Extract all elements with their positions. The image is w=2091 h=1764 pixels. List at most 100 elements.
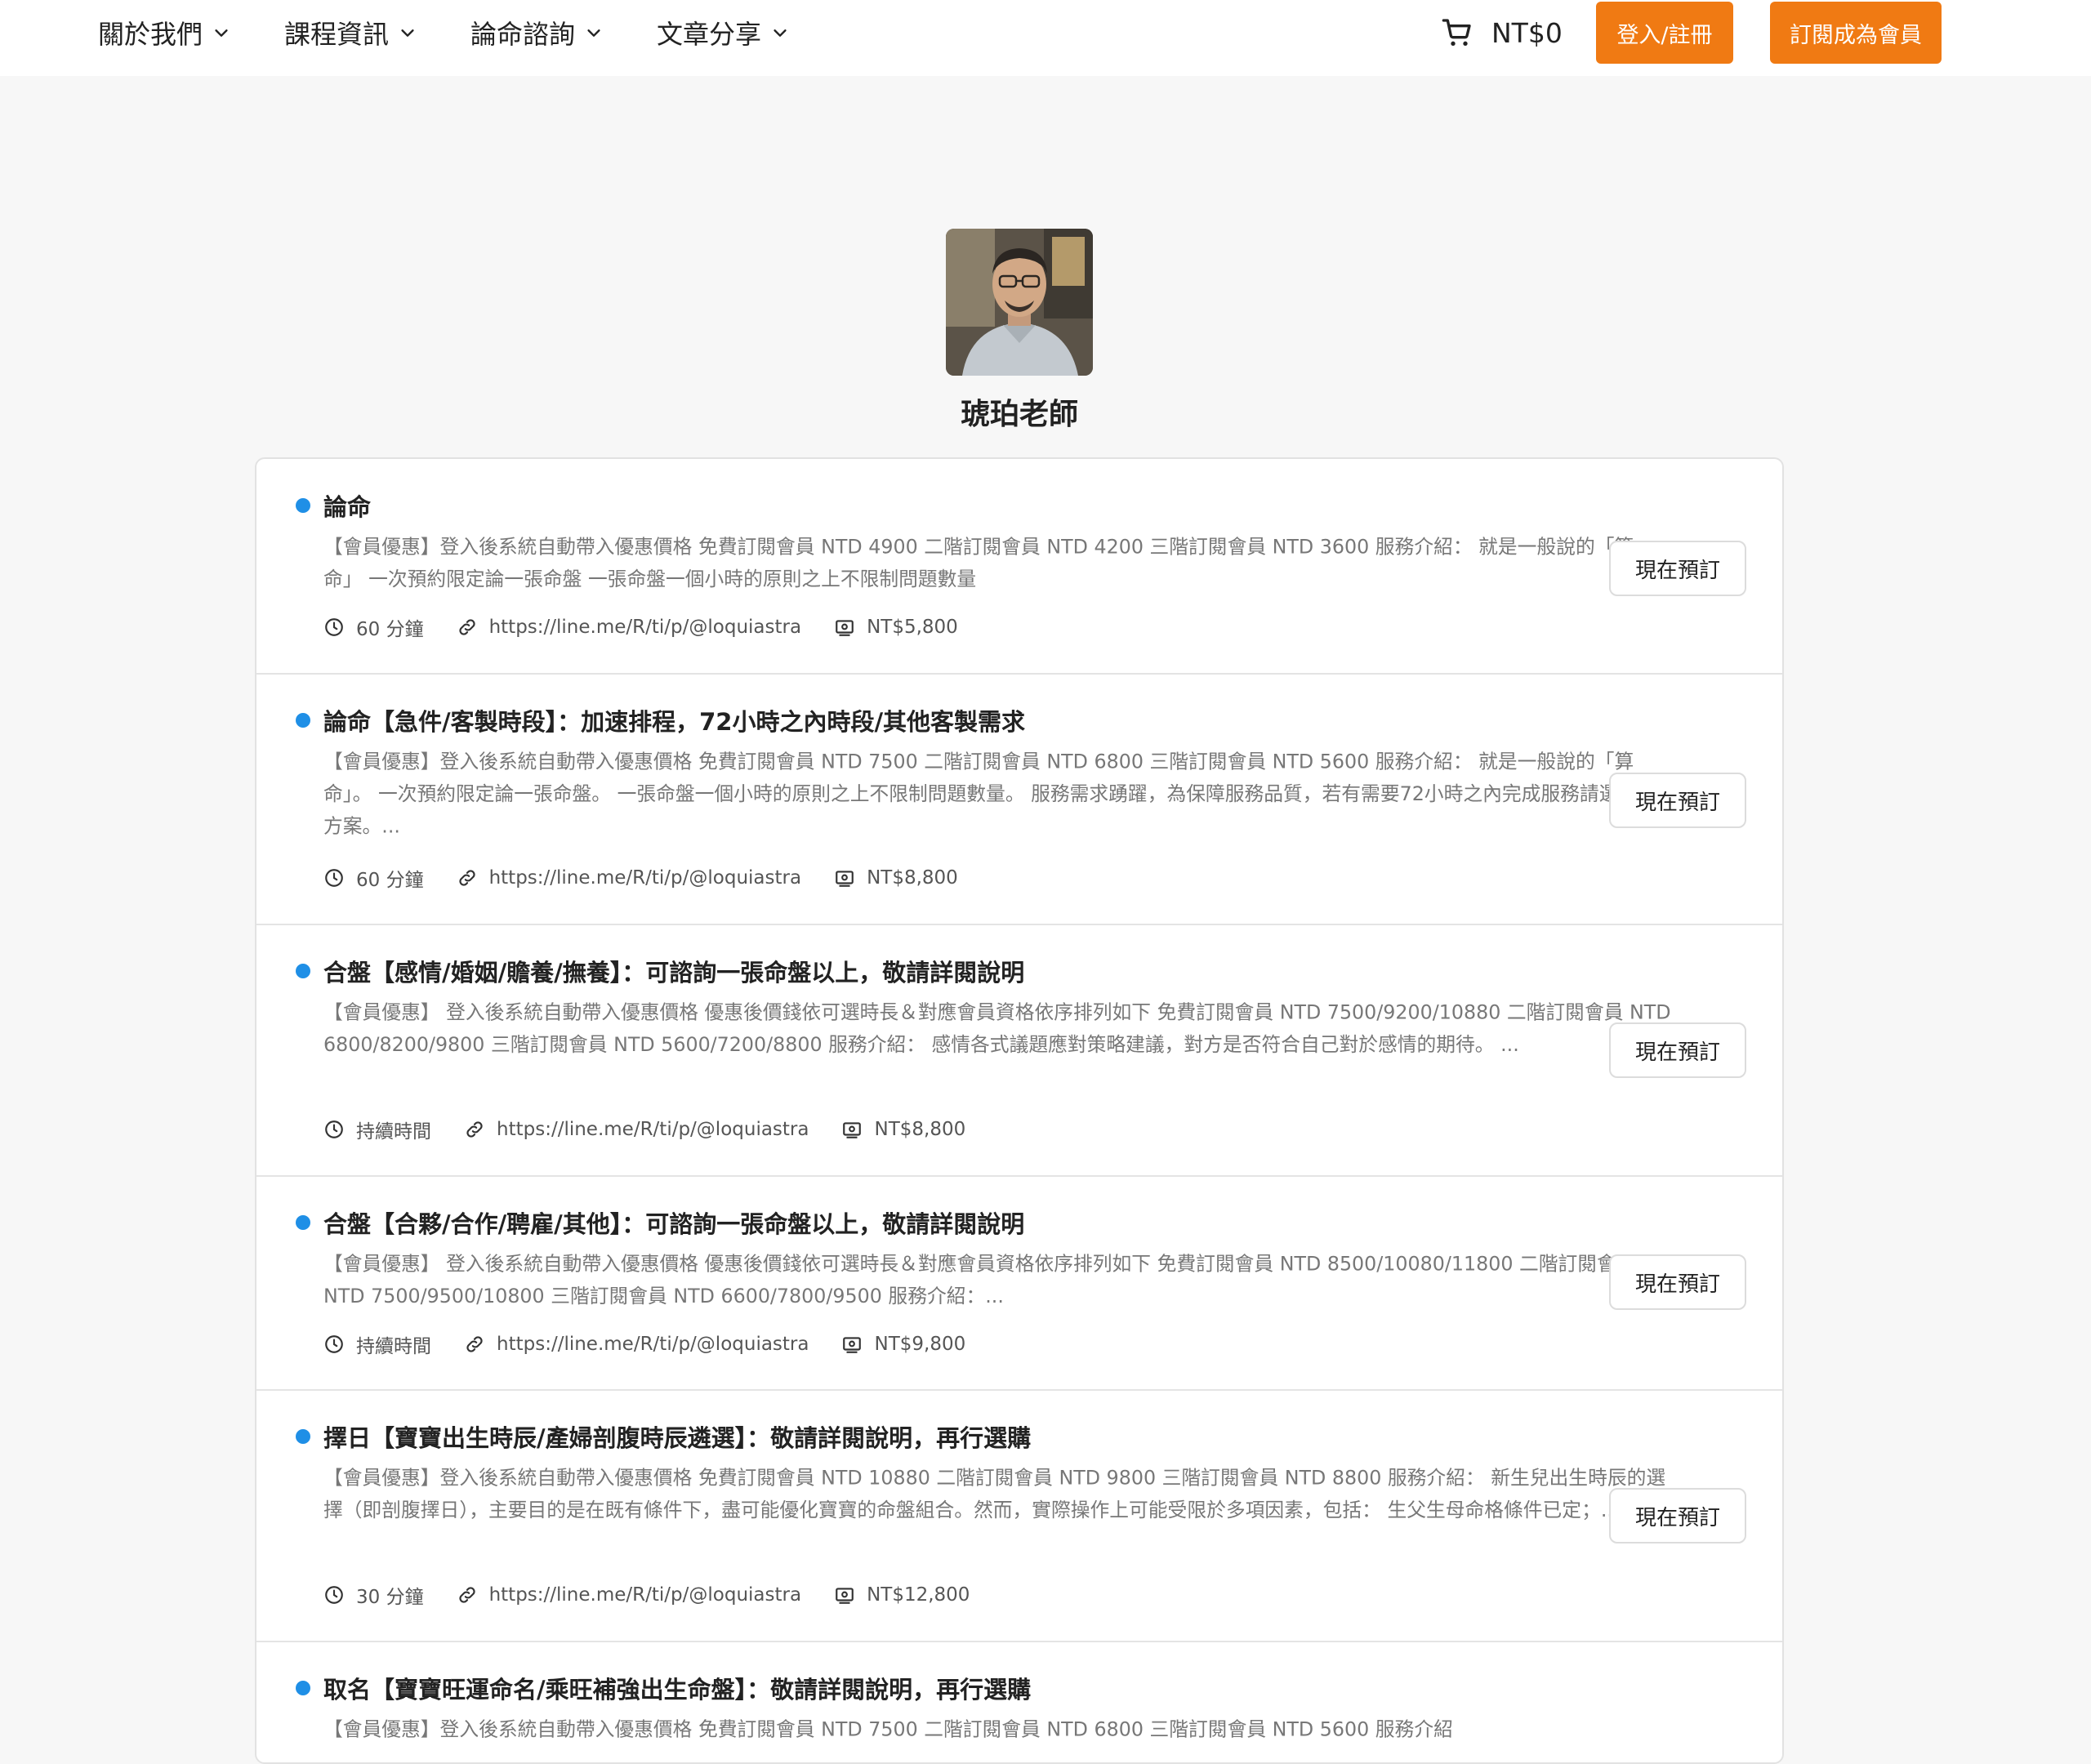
duration-text: 60 分鐘 bbox=[356, 870, 424, 891]
book-now-button[interactable]: 現在預訂 bbox=[1609, 773, 1746, 828]
clock-icon bbox=[325, 1120, 343, 1138]
link-text: https://line.me/R/ti/p/@loquiastra bbox=[497, 1119, 809, 1140]
nav-item-courses[interactable]: 課程資訊 bbox=[284, 14, 417, 51]
bullet-dot bbox=[296, 1215, 310, 1230]
price: NT$12,800 bbox=[834, 1584, 970, 1606]
link-text: https://line.me/R/ti/p/@loquiastra bbox=[488, 1584, 802, 1606]
contact-link[interactable]: https://line.me/R/ti/p/@loquiastra bbox=[457, 867, 801, 889]
subscribe-member-button[interactable]: 訂閱成為會員 bbox=[1770, 2, 1942, 64]
nav-item-label: 論命諮詢 bbox=[470, 19, 576, 50]
bullet-dot bbox=[296, 964, 310, 978]
service-title: 取名【寶寶旺運命名/乘旺補強出生命盤】：敬請詳閱說明，再行選購 bbox=[323, 1676, 1032, 1704]
contact-link[interactable]: https://line.me/R/ti/p/@loquiastra bbox=[457, 1584, 801, 1606]
service-description: 【會員優惠】登入後系統自動帶入優惠價格 免費訂閱會員 NTD 7500 二階訂閱… bbox=[323, 1718, 1453, 1741]
nav-item-articles[interactable]: 文章分享 bbox=[657, 14, 789, 51]
book-now-button[interactable]: 現在預訂 bbox=[1609, 541, 1746, 596]
duration-text: 持續時間 bbox=[356, 1336, 431, 1357]
price-text: NT$8,800 bbox=[874, 1119, 966, 1140]
service-list: 論命 【會員優惠】登入後系統自動帶入優惠價格 免費訂閱會員 NTD 4900 二… bbox=[255, 457, 1784, 1764]
price: NT$8,800 bbox=[834, 867, 958, 889]
link-text: https://line.me/R/ti/p/@loquiastra bbox=[497, 1334, 809, 1355]
service-item: 合盤【合夥/合作/聘雇/其他】：可諮詢一張命盤以上，敬請詳閱說明 【會員優惠】 … bbox=[256, 1177, 1782, 1391]
duration: 60 分鐘 bbox=[323, 613, 424, 641]
book-now-button[interactable]: 現在預訂 bbox=[1609, 1488, 1746, 1544]
chevron-down-icon bbox=[215, 29, 228, 37]
service-meta: 60 分鐘 https://line.me/R/ti/p/@loquiastra… bbox=[323, 864, 958, 892]
book-now-button[interactable]: 現在預訂 bbox=[1609, 1022, 1746, 1078]
duration: 持續時間 bbox=[323, 1330, 431, 1358]
service-description: 【會員優惠】登入後系統自動帶入優惠價格 免費訂閱會員 NTD 10880 二階訂… bbox=[323, 1467, 1666, 1522]
link-icon bbox=[458, 619, 475, 635]
service-description: 【會員優惠】登入後系統自動帶入優惠價格 免費訂閱會員 NTD 7500 二階訂閱… bbox=[323, 751, 1657, 838]
link-icon bbox=[458, 870, 475, 886]
top-navigation-bar: 關於我們 課程資訊 論命諮詢 文章分享 NT$0 登入/註冊 訂閱成為會員 bbox=[0, 0, 2091, 76]
service-description: 【會員優惠】登入後系統自動帶入優惠價格 免費訂閱會員 NTD 4900 二階訂閱… bbox=[323, 536, 1634, 591]
price: NT$9,800 bbox=[841, 1334, 965, 1355]
main-nav: 關於我們 課程資訊 論命諮詢 文章分享 bbox=[98, 0, 789, 65]
price-text: NT$8,800 bbox=[867, 867, 958, 889]
service-meta: 持續時間 https://line.me/R/ti/p/@loquiastra … bbox=[323, 1116, 965, 1143]
chevron-down-icon bbox=[774, 29, 787, 37]
price-text: NT$5,800 bbox=[867, 617, 958, 638]
price: NT$8,800 bbox=[841, 1119, 965, 1140]
duration: 30 分鐘 bbox=[323, 1581, 424, 1609]
service-title: 合盤【感情/婚姻/贍養/撫養】：可諮詢一張命盤以上，敬請詳閱說明 bbox=[323, 959, 1025, 987]
bullet-dot bbox=[296, 1429, 310, 1444]
contact-link[interactable]: https://line.me/R/ti/p/@loquiastra bbox=[464, 1334, 809, 1355]
nav-item-label: 關於我們 bbox=[98, 19, 203, 50]
price: NT$5,800 bbox=[834, 617, 958, 638]
cart-total: NT$0 bbox=[1491, 16, 1563, 49]
bullet-dot bbox=[296, 498, 310, 513]
duration: 60 分鐘 bbox=[323, 864, 424, 892]
service-item: 論命【急件/客製時段】：加速排程，72小時之內時段/其他客製需求 【會員優惠】登… bbox=[256, 675, 1782, 925]
login-register-button[interactable]: 登入/註冊 bbox=[1596, 2, 1733, 64]
chevron-down-icon bbox=[401, 29, 414, 37]
bullet-dot bbox=[296, 713, 310, 728]
service-meta: 60 分鐘 https://line.me/R/ti/p/@loquiastra… bbox=[323, 613, 958, 641]
clock-icon bbox=[325, 1335, 343, 1353]
bullet-dot bbox=[296, 1681, 310, 1695]
service-item: 論命 【會員優惠】登入後系統自動帶入優惠價格 免費訂閱會員 NTD 4900 二… bbox=[256, 459, 1782, 675]
duration-text: 60 分鐘 bbox=[356, 619, 424, 640]
money-icon bbox=[836, 871, 854, 887]
contact-link[interactable]: https://line.me/R/ti/p/@loquiastra bbox=[457, 617, 801, 638]
service-title: 論命 bbox=[323, 493, 372, 521]
service-item: 取名【寶寶旺運命名/乘旺補強出生命盤】：敬請詳閱說明，再行選購 【會員優惠】登入… bbox=[256, 1642, 1782, 1762]
clock-icon bbox=[325, 618, 343, 636]
service-description: 【會員優惠】 登入後系統自動帶入優惠價格 優惠後價錢依可選時長＆對應會員資格依序… bbox=[323, 1001, 1671, 1057]
shopping-cart-icon bbox=[1442, 19, 1471, 46]
service-title: 論命【急件/客製時段】：加速排程，72小時之內時段/其他客製需求 bbox=[323, 708, 1026, 736]
service-title: 擇日【寶寶出生時辰/產婦剖腹時辰遴選】：敬請詳閱說明，再行選購 bbox=[323, 1424, 1032, 1452]
nav-item-label: 課程資訊 bbox=[284, 19, 390, 50]
nav-item-label: 文章分享 bbox=[657, 19, 762, 50]
link-icon bbox=[458, 1587, 475, 1603]
service-item: 擇日【寶寶出生時辰/產婦剖腹時辰遴選】：敬請詳閱說明，再行選購 【會員優惠】登入… bbox=[256, 1391, 1782, 1642]
price-text: NT$12,800 bbox=[867, 1584, 970, 1606]
service-meta: 持續時間 https://line.me/R/ti/p/@loquiastra … bbox=[323, 1330, 965, 1358]
service-item: 合盤【感情/婚姻/贍養/撫養】：可諮詢一張命盤以上，敬請詳閱說明 【會員優惠】 … bbox=[256, 925, 1782, 1177]
nav-item-consultation[interactable]: 論命諮詢 bbox=[470, 14, 603, 51]
money-icon bbox=[843, 1337, 862, 1353]
duration-text: 30 分鐘 bbox=[356, 1587, 424, 1608]
link-text: https://line.me/R/ti/p/@loquiastra bbox=[488, 617, 802, 638]
teacher-name: 琥珀老師 bbox=[960, 398, 1078, 431]
duration-text: 持續時間 bbox=[356, 1121, 431, 1143]
clock-icon bbox=[325, 869, 343, 887]
service-description: 【會員優惠】 登入後系統自動帶入優惠價格 優惠後價錢依可選時長＆對應會員資格依序… bbox=[323, 1253, 1636, 1308]
avatar bbox=[946, 229, 1093, 376]
money-icon bbox=[843, 1122, 862, 1138]
link-text: https://line.me/R/ti/p/@loquiastra bbox=[488, 867, 802, 889]
link-icon bbox=[466, 1336, 483, 1352]
duration: 持續時間 bbox=[323, 1116, 431, 1143]
price-text: NT$9,800 bbox=[874, 1334, 966, 1355]
contact-link[interactable]: https://line.me/R/ti/p/@loquiastra bbox=[464, 1119, 809, 1140]
chevron-down-icon bbox=[587, 29, 600, 37]
nav-item-about[interactable]: 關於我們 bbox=[98, 14, 230, 51]
service-meta: 30 分鐘 https://line.me/R/ti/p/@loquiastra… bbox=[323, 1581, 970, 1609]
money-icon bbox=[836, 1588, 854, 1604]
teacher-photo bbox=[946, 229, 1093, 376]
service-title: 合盤【合夥/合作/聘雇/其他】：可諮詢一張命盤以上，敬請詳閱說明 bbox=[323, 1210, 1025, 1238]
clock-icon bbox=[325, 1586, 343, 1604]
book-now-button[interactable]: 現在預訂 bbox=[1609, 1254, 1746, 1310]
cart-button[interactable]: NT$0 bbox=[1441, 15, 1563, 51]
